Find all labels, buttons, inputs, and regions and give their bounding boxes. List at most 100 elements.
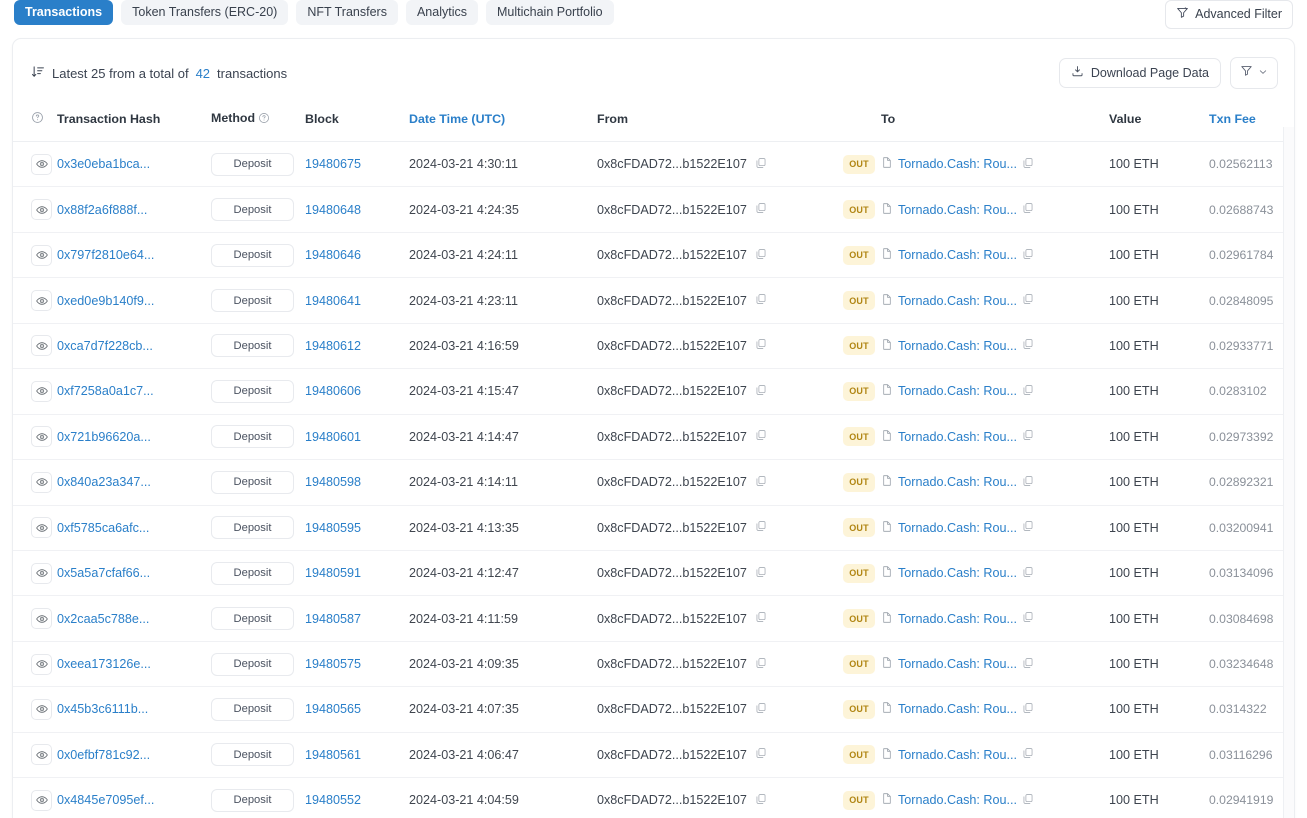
vertical-scrollbar[interactable] [1283, 127, 1294, 818]
to-address-link[interactable]: Tornado.Cash: Rou... [898, 702, 1017, 716]
advanced-filter-button[interactable]: Advanced Filter [1165, 0, 1293, 29]
copy-from-address-icon[interactable] [755, 429, 767, 444]
copy-from-address-icon[interactable] [755, 747, 767, 762]
block-number-link[interactable]: 19480675 [305, 157, 361, 171]
copy-to-address-icon[interactable] [1022, 747, 1034, 762]
block-number-link[interactable]: 19480606 [305, 384, 361, 398]
copy-from-address-icon[interactable] [755, 566, 767, 581]
method-badge[interactable]: Deposit [211, 470, 294, 494]
to-address-link[interactable]: Tornado.Cash: Rou... [898, 339, 1017, 353]
to-address-link[interactable]: Tornado.Cash: Rou... [898, 793, 1017, 807]
block-number-link[interactable]: 19480641 [305, 294, 361, 308]
to-address-link[interactable]: Tornado.Cash: Rou... [898, 566, 1017, 580]
copy-to-address-icon[interactable] [1022, 793, 1034, 808]
method-badge[interactable]: Deposit [211, 788, 294, 812]
block-number-link[interactable]: 19480595 [305, 521, 361, 535]
preview-eye-icon[interactable] [31, 608, 52, 630]
col-to[interactable]: To [881, 103, 1109, 142]
block-number-link[interactable]: 19480648 [305, 203, 361, 217]
block-number-link[interactable]: 19480575 [305, 657, 361, 671]
copy-from-address-icon[interactable] [755, 384, 767, 399]
copy-from-address-icon[interactable] [755, 202, 767, 217]
transaction-hash-link[interactable]: 0xf7258a0a1c7... [57, 384, 154, 398]
transaction-hash-link[interactable]: 0x3e0eba1bca... [57, 157, 150, 171]
copy-to-address-icon[interactable] [1022, 702, 1034, 717]
transaction-hash-link[interactable]: 0x721b96620a... [57, 430, 151, 444]
method-badge[interactable]: Deposit [211, 198, 294, 222]
copy-from-address-icon[interactable] [755, 657, 767, 672]
transaction-hash-link[interactable]: 0xed0e9b140f9... [57, 294, 154, 308]
preview-eye-icon[interactable] [31, 698, 52, 720]
block-number-link[interactable]: 19480612 [305, 339, 361, 353]
method-badge[interactable]: Deposit [211, 743, 294, 767]
filter-dropdown-button[interactable] [1230, 57, 1278, 89]
preview-eye-icon[interactable] [31, 335, 52, 357]
download-page-data-button[interactable]: Download Page Data [1058, 58, 1221, 88]
to-address-link[interactable]: Tornado.Cash: Rou... [898, 248, 1017, 262]
to-address-link[interactable]: Tornado.Cash: Rou... [898, 748, 1017, 762]
sort-descending-icon[interactable] [31, 65, 45, 82]
copy-from-address-icon[interactable] [755, 338, 767, 353]
transaction-hash-link[interactable]: 0xf5785ca6afc... [57, 521, 149, 535]
transaction-hash-link[interactable]: 0x45b3c6111b... [57, 702, 148, 716]
method-badge[interactable]: Deposit [211, 652, 294, 676]
copy-to-address-icon[interactable] [1022, 338, 1034, 353]
method-badge[interactable]: Deposit [211, 334, 294, 358]
method-badge[interactable]: Deposit [211, 697, 294, 721]
transaction-hash-link[interactable]: 0x4845e7095ef... [57, 793, 154, 807]
transaction-hash-link[interactable]: 0xca7d7f228cb... [57, 339, 153, 353]
preview-eye-icon[interactable] [31, 199, 52, 221]
transaction-hash-link[interactable]: 0x2caa5c788e... [57, 612, 149, 626]
preview-eye-icon[interactable] [31, 290, 52, 312]
transaction-hash-link[interactable]: 0x5a5a7cfaf66... [57, 566, 150, 580]
to-address-link[interactable]: Tornado.Cash: Rou... [898, 612, 1017, 626]
copy-from-address-icon[interactable] [755, 248, 767, 263]
method-badge[interactable]: Deposit [211, 561, 294, 585]
preview-eye-icon[interactable] [31, 653, 52, 675]
preview-eye-icon[interactable] [31, 789, 52, 811]
col-transaction-hash[interactable]: Transaction Hash [57, 103, 211, 142]
col-block[interactable]: Block [305, 103, 409, 142]
tab-multichain-portfolio[interactable]: Multichain Portfolio [486, 0, 614, 26]
copy-to-address-icon[interactable] [1022, 520, 1034, 535]
preview-eye-icon[interactable] [31, 471, 52, 493]
tab-token-transfers-erc-20[interactable]: Token Transfers (ERC-20) [121, 0, 289, 26]
block-number-link[interactable]: 19480591 [305, 566, 361, 580]
method-help-icon[interactable] [258, 113, 270, 127]
preview-eye-icon[interactable] [31, 744, 52, 766]
to-address-link[interactable]: Tornado.Cash: Rou... [898, 521, 1017, 535]
block-number-link[interactable]: 19480587 [305, 612, 361, 626]
tab-transactions[interactable]: Transactions [14, 0, 114, 26]
tab-nft-transfers[interactable]: NFT Transfers [296, 0, 398, 26]
to-address-link[interactable]: Tornado.Cash: Rou... [898, 430, 1017, 444]
block-number-link[interactable]: 19480598 [305, 475, 361, 489]
copy-to-address-icon[interactable] [1022, 566, 1034, 581]
method-badge[interactable]: Deposit [211, 379, 294, 403]
transaction-hash-link[interactable]: 0xeea173126e... [57, 657, 151, 671]
to-address-link[interactable]: Tornado.Cash: Rou... [898, 475, 1017, 489]
help-icon[interactable] [31, 112, 44, 127]
method-badge[interactable]: Deposit [211, 516, 294, 540]
copy-to-address-icon[interactable] [1022, 611, 1034, 626]
to-address-link[interactable]: Tornado.Cash: Rou... [898, 384, 1017, 398]
method-badge[interactable]: Deposit [211, 425, 294, 449]
copy-to-address-icon[interactable] [1022, 202, 1034, 217]
transaction-hash-link[interactable]: 0x0efbf781c92... [57, 748, 150, 762]
method-badge[interactable]: Deposit [211, 243, 294, 267]
to-address-link[interactable]: Tornado.Cash: Rou... [898, 657, 1017, 671]
preview-eye-icon[interactable] [31, 517, 52, 539]
col-method[interactable]: Method [211, 103, 305, 142]
preview-eye-icon[interactable] [31, 562, 52, 584]
copy-to-address-icon[interactable] [1022, 248, 1034, 263]
copy-from-address-icon[interactable] [755, 793, 767, 808]
block-number-link[interactable]: 19480565 [305, 702, 361, 716]
copy-to-address-icon[interactable] [1022, 657, 1034, 672]
copy-to-address-icon[interactable] [1022, 157, 1034, 172]
block-number-link[interactable]: 19480552 [305, 793, 361, 807]
summary-total-count[interactable]: 42 [196, 66, 210, 81]
preview-eye-icon[interactable] [31, 244, 52, 266]
copy-from-address-icon[interactable] [755, 293, 767, 308]
to-address-link[interactable]: Tornado.Cash: Rou... [898, 157, 1017, 171]
copy-from-address-icon[interactable] [755, 520, 767, 535]
copy-to-address-icon[interactable] [1022, 475, 1034, 490]
